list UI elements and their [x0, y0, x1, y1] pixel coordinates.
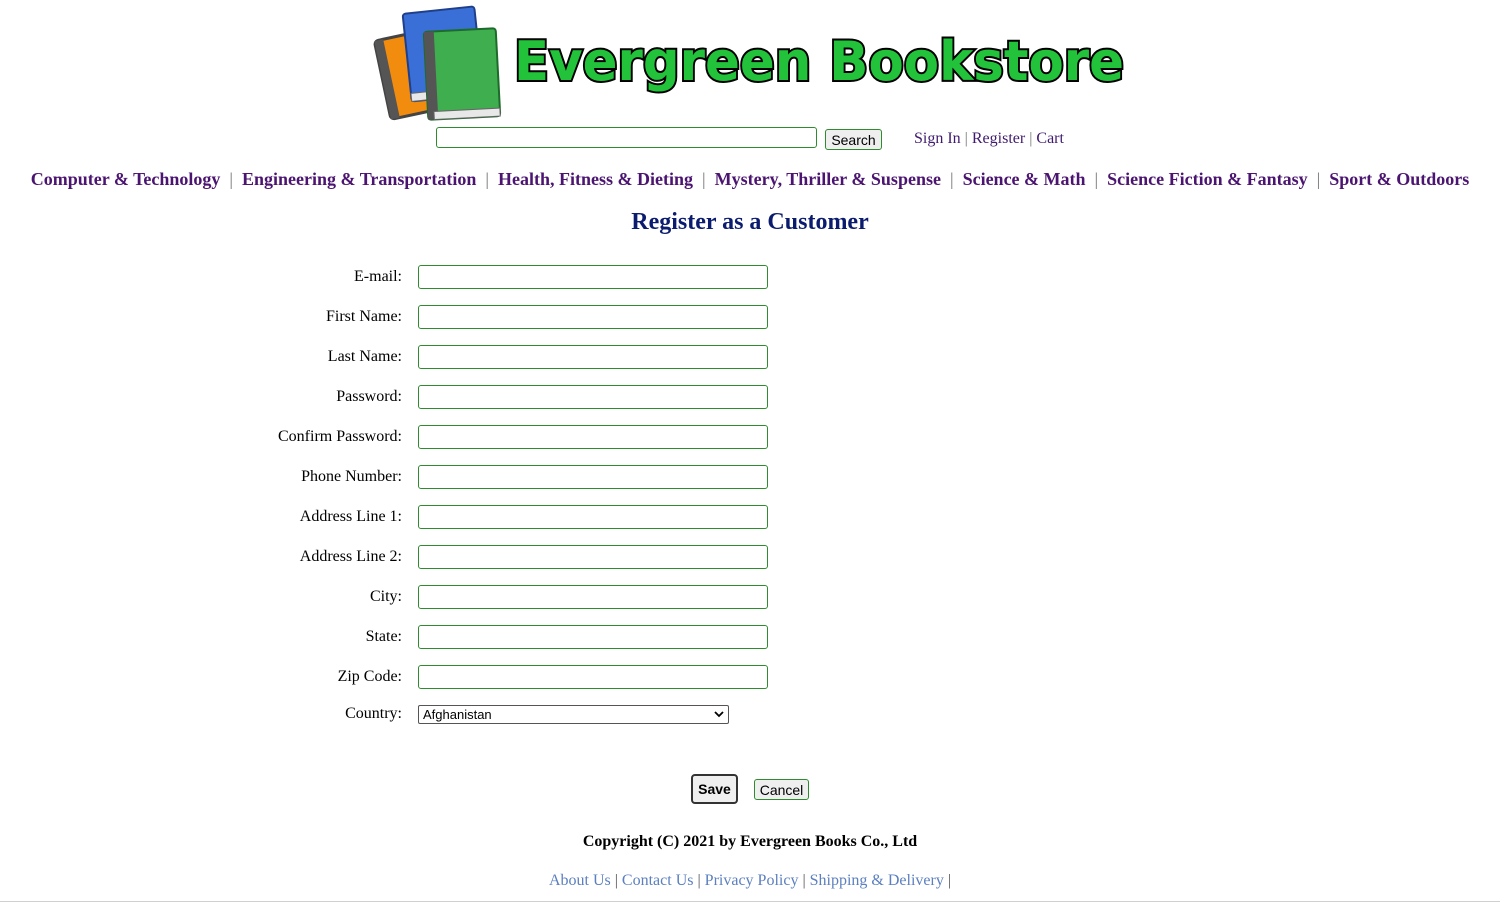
city-field[interactable]	[418, 585, 768, 609]
bottom-divider	[0, 901, 1500, 902]
logo-wordmark: Evergreen Bookstore	[514, 30, 1124, 93]
search-input[interactable]	[436, 127, 817, 148]
form-row-zip: Zip Code:	[0, 665, 800, 691]
address-line-2-label: Address Line 2:	[299, 548, 402, 565]
zip-code-label: Zip Code:	[337, 668, 402, 685]
separator: |	[1316, 169, 1321, 189]
password-label: Password:	[336, 388, 402, 405]
form-row-state: State:	[0, 625, 800, 651]
site-logo[interactable]: Evergreen Bookstore	[372, 4, 1132, 126]
save-button[interactable]: Save	[691, 774, 738, 804]
category-link-computer-technology[interactable]: Computer & Technology	[31, 169, 221, 189]
account-links: Sign In | Register | Cart	[914, 130, 1064, 148]
search-button[interactable]: Search	[825, 129, 882, 150]
separator: |	[697, 872, 701, 889]
shipping-delivery-link[interactable]: Shipping & Delivery	[810, 872, 944, 889]
form-row-last-name: Last Name:	[0, 345, 800, 371]
category-link-science-math[interactable]: Science & Math	[963, 169, 1086, 189]
phone-number-field[interactable]	[418, 465, 768, 489]
cart-link[interactable]: Cart	[1036, 130, 1064, 147]
category-link-science-fiction-fantasy[interactable]: Science Fiction & Fantasy	[1107, 169, 1307, 189]
category-link-mystery-thriller-suspense[interactable]: Mystery, Thriller & Suspense	[715, 169, 941, 189]
separator: |	[229, 169, 234, 189]
footer-links: About Us | Contact Us | Privacy Policy |…	[0, 872, 1500, 890]
page-title: Register as a Customer	[631, 209, 869, 235]
form-row-first-name: First Name:	[0, 305, 800, 331]
country-label: Country:	[345, 705, 402, 722]
separator: |	[947, 872, 952, 889]
books-logo-icon: Evergreen Bookstore	[373, 5, 1126, 121]
form-row-email: E-mail:	[0, 265, 800, 291]
separator: |	[802, 872, 806, 889]
last-name-label: Last Name:	[327, 348, 402, 365]
address-line-1-field[interactable]	[418, 505, 768, 529]
form-row-address-1: Address Line 1:	[0, 505, 800, 531]
last-name-field[interactable]	[418, 345, 768, 369]
confirm-password-label: Confirm Password:	[278, 428, 402, 445]
about-us-link[interactable]: About Us	[549, 872, 611, 889]
email-field[interactable]	[418, 265, 768, 289]
category-link-sport-outdoors[interactable]: Sport & Outdoors	[1329, 169, 1469, 189]
form-row-password: Password:	[0, 385, 800, 411]
separator: |	[1029, 130, 1033, 147]
separator: |	[485, 169, 489, 189]
password-field[interactable]	[418, 385, 768, 409]
address-line-2-field[interactable]	[418, 545, 768, 569]
sign-in-link[interactable]: Sign In	[914, 130, 961, 147]
cancel-button[interactable]: Cancel	[754, 779, 809, 800]
state-label: State:	[365, 628, 402, 645]
state-field[interactable]	[418, 625, 768, 649]
chevron-down-icon	[714, 711, 724, 718]
first-name-field[interactable]	[418, 305, 768, 329]
country-select[interactable]: Afghanistan	[418, 705, 729, 724]
city-label: City:	[369, 588, 402, 605]
zip-code-field[interactable]	[418, 665, 768, 689]
address-line-1-label: Address Line 1:	[299, 508, 402, 525]
form-row-country: Country: Afghanistan	[0, 705, 800, 731]
separator: |	[964, 130, 968, 147]
separator: |	[949, 169, 954, 189]
form-row-city: City:	[0, 585, 800, 611]
form-row-phone: Phone Number:	[0, 465, 800, 491]
form-row-address-2: Address Line 2:	[0, 545, 800, 571]
separator: |	[1094, 169, 1099, 189]
contact-us-link[interactable]: Contact Us	[622, 872, 694, 889]
email-label: E-mail:	[354, 268, 402, 285]
separator: |	[702, 169, 706, 189]
register-link[interactable]: Register	[972, 130, 1025, 147]
registration-page: Evergreen Bookstore Search Sign In | Reg…	[0, 0, 1500, 904]
first-name-label: First Name:	[326, 308, 402, 325]
category-link-health-fitness-dieting[interactable]: Health, Fitness & Dieting	[498, 169, 693, 189]
country-selected-value: Afghanistan	[423, 707, 492, 722]
separator: |	[614, 872, 618, 889]
form-row-confirm-password: Confirm Password:	[0, 425, 800, 451]
category-nav: Computer & Technology | Engineering & Tran…	[0, 169, 1500, 190]
copyright-text: Copyright (C) 2021 by Evergreen Books Co…	[582, 833, 918, 850]
phone-number-label: Phone Number:	[301, 468, 402, 485]
confirm-password-field[interactable]	[418, 425, 768, 449]
category-link-engineering-transportation[interactable]: Engineering & Transportation	[242, 169, 476, 189]
privacy-policy-link[interactable]: Privacy Policy	[705, 872, 799, 889]
